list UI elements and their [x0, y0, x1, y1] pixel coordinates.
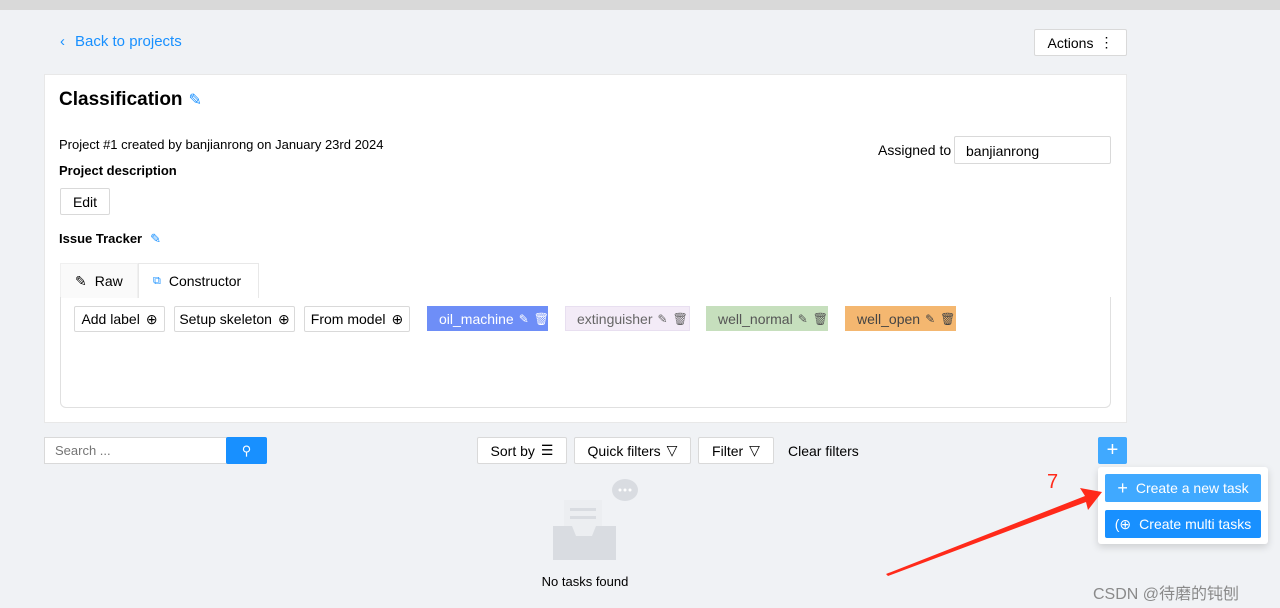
more-vertical-icon: ⋮	[1099, 34, 1114, 50]
empty-state-text: No tasks found	[541, 574, 629, 589]
edit-icon[interactable]: ✎	[925, 312, 935, 326]
filter-icon: ▽	[666, 442, 678, 458]
chevron-left-icon: ‹	[60, 33, 65, 50]
edit-description-button[interactable]: Edit	[60, 188, 110, 215]
label-extinguisher[interactable]: extinguisher ✎ 🗑	[565, 306, 690, 331]
sort-list-icon: ☰	[540, 442, 554, 458]
search-input[interactable]	[44, 437, 227, 464]
build-icon: ⧉	[153, 274, 161, 287]
create-new-task-item[interactable]: + Create a new task	[1105, 474, 1261, 502]
setup-skeleton-button[interactable]: Setup skeleton ⊕	[174, 306, 295, 332]
search-icon: ⚲	[241, 442, 252, 458]
plus-circle-icon: ⊕	[277, 310, 290, 327]
edit-icon: ✎	[75, 272, 87, 289]
plus-circle-icon: ⊕	[391, 310, 404, 327]
tab-constructor[interactable]: ⧉ Constructor	[138, 263, 259, 298]
annotation-arrow	[886, 488, 1102, 576]
assignee-select[interactable]: banjianrong	[954, 136, 1111, 164]
plus-icon: +	[1106, 439, 1119, 461]
issue-tracker: Issue Tracker ✎	[59, 231, 162, 247]
edit-icon[interactable]: ✎	[798, 312, 808, 326]
annotation-step-number: 7	[1047, 471, 1059, 493]
edit-icon[interactable]: ✎	[519, 312, 529, 326]
quick-filters-button[interactable]: Quick filters ▽	[574, 437, 691, 464]
actions-button[interactable]: Actions ⋮	[1034, 29, 1127, 56]
edit-title-icon[interactable]: ✎	[189, 90, 202, 110]
edit-issue-tracker-icon[interactable]: ✎	[150, 231, 161, 247]
label-well-normal[interactable]: well_normal ✎ 🗑	[706, 306, 828, 331]
create-task-menu: + Create a new task (⊕ Create multi tasks	[1098, 467, 1268, 544]
plus-circle-icon: ⊕	[145, 310, 158, 327]
delete-icon[interactable]: 🗑	[534, 312, 549, 326]
project-created-text: Project #1 created by banjianrong on Jan…	[59, 137, 384, 152]
from-model-button[interactable]: From model ⊕	[304, 306, 410, 332]
tab-raw[interactable]: ✎ Raw	[60, 263, 138, 298]
label-oil-machine[interactable]: oil_machine ✎ 🗑	[427, 306, 549, 331]
sort-by-button[interactable]: Sort by ☰	[477, 437, 567, 464]
plus-icon: +	[1117, 477, 1128, 498]
delete-icon[interactable]: 🗑	[813, 312, 828, 326]
multi-plus-icon: (⊕	[1114, 515, 1132, 532]
create-task-plus-button[interactable]: +	[1098, 437, 1127, 464]
clear-filters-button[interactable]: Clear filters	[788, 443, 859, 459]
assigned-to-label: Assigned to	[878, 142, 952, 158]
empty-inbox-icon	[553, 479, 638, 560]
page-title: Classification ✎	[59, 89, 202, 110]
create-multi-tasks-item[interactable]: (⊕ Create multi tasks	[1105, 510, 1261, 538]
back-to-projects-link[interactable]: ‹ Back to projects	[60, 33, 182, 50]
label-well-open[interactable]: well_open ✎ 🗑	[845, 306, 956, 331]
delete-icon[interactable]: 🗑	[940, 312, 955, 326]
add-label-button[interactable]: Add label ⊕	[74, 306, 165, 332]
filter-icon: ▽	[749, 442, 760, 458]
edit-icon[interactable]: ✎	[658, 312, 668, 326]
delete-icon[interactable]: 🗑	[673, 312, 688, 326]
watermark: CSDN @待磨的钝刨	[1093, 586, 1240, 603]
browser-top-bar	[0, 0, 1280, 10]
project-description-label: Project description	[59, 163, 177, 178]
filter-button[interactable]: Filter ▽	[698, 437, 774, 464]
search-button[interactable]: ⚲	[226, 437, 267, 464]
